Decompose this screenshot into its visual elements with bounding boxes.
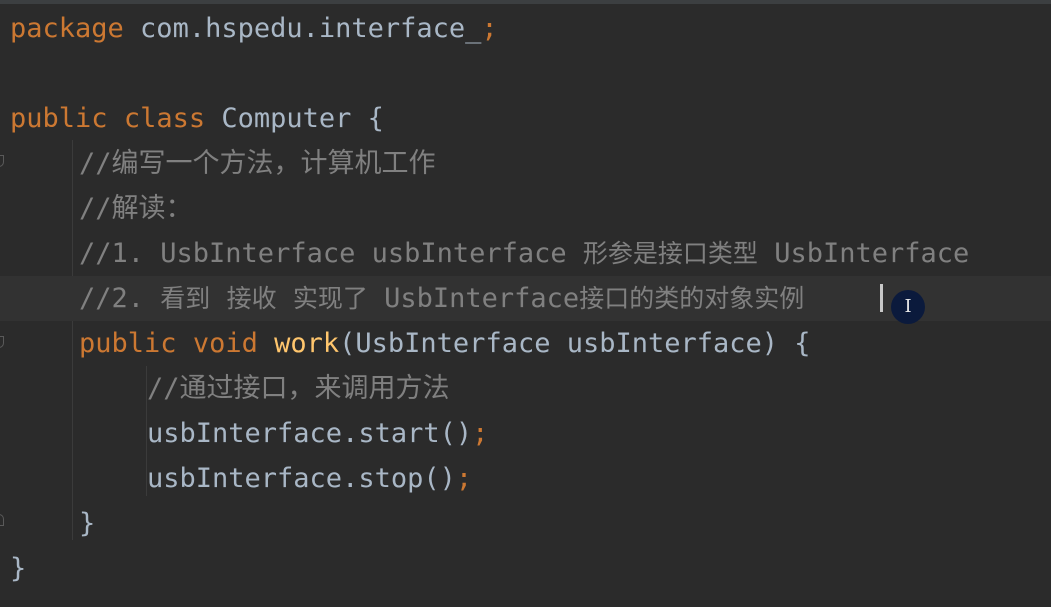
comment: //通过接口，来调用方法 <box>147 373 450 404</box>
comment: UsbInterface <box>367 283 580 314</box>
code-line[interactable]: package com.hspedu.interface_; <box>0 6 1051 51</box>
editor-top-border <box>0 0 1051 4</box>
keyword: class <box>123 103 206 134</box>
comment: UsbInterface <box>757 238 970 269</box>
method-name: work <box>274 328 340 359</box>
comment: //编写一个方法，计算机工作 <box>79 148 436 179</box>
comment: 形参是接口类型 <box>582 239 758 268</box>
code-line[interactable]: //1. UsbInterface usbInterface 形参是接口类型 U… <box>0 231 1051 276</box>
comment: //解读： <box>79 193 193 224</box>
code-line[interactable]: public void work(UsbInterface usbInterfa… <box>0 321 1051 366</box>
code-line[interactable]: usbInterface.stop(); <box>0 456 1051 501</box>
text-cursor-glyph: I <box>904 296 912 317</box>
brace: } <box>10 553 27 584</box>
semicolon: ; <box>472 418 489 449</box>
code-editor[interactable]: package com.hspedu.interface_; public cl… <box>0 0 1051 607</box>
code-line[interactable]: usbInterface.start(); <box>0 411 1051 456</box>
class-name: Computer <box>205 103 368 134</box>
brace: } <box>79 508 96 539</box>
comment: 实现了 <box>292 284 368 313</box>
keyword: public <box>10 103 108 134</box>
comment: 接收 <box>226 284 277 313</box>
code-line[interactable]: } <box>0 546 1051 591</box>
comment: 看到 <box>160 284 211 313</box>
semicolon: ; <box>481 13 498 44</box>
keyword: public <box>79 328 177 359</box>
code-line[interactable]: public class Computer { <box>0 96 1051 141</box>
comment: 接口的类的对象实例 <box>579 284 805 313</box>
package-name: com.hspedu.interface_ <box>123 13 482 44</box>
text-caret <box>880 284 883 312</box>
code-line[interactable]: } <box>0 501 1051 546</box>
comment <box>277 283 293 314</box>
brace: { <box>367 103 384 134</box>
method-call: usbInterface.start() <box>147 418 473 449</box>
method-call: usbInterface.stop() <box>147 463 456 494</box>
code-line[interactable]: //通过接口，来调用方法 <box>0 366 1051 411</box>
semicolon: ; <box>455 463 473 494</box>
method-params: (UsbInterface usbInterface) { <box>339 328 811 359</box>
text-cursor-icon: I <box>891 290 925 324</box>
code-line[interactable]: //解读： <box>0 186 1051 231</box>
code-line[interactable]: //编写一个方法，计算机工作 <box>0 141 1051 186</box>
comment: //2. <box>79 283 161 314</box>
keyword: package <box>10 13 124 44</box>
comment <box>210 283 226 314</box>
keyword: void <box>192 328 258 359</box>
comment: //1. UsbInterface usbInterface <box>79 238 583 269</box>
